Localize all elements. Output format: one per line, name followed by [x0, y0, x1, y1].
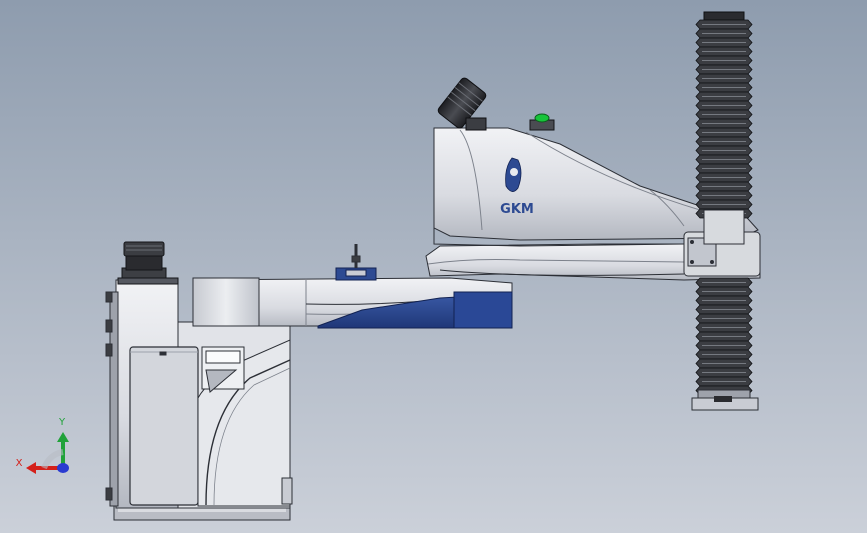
scara-robot-drawing: GKM Y X [0, 0, 867, 533]
y-axis-label: Y [58, 417, 66, 428]
indicator-light-icon [534, 113, 550, 123]
x-axis-label: X [16, 458, 23, 469]
brand-logo-text: GKM [500, 202, 534, 217]
z-axis-bellows[interactable] [691, 11, 759, 411]
bellows-top-cap [703, 11, 745, 21]
cad-viewport[interactable]: GKM Y X [0, 0, 867, 533]
